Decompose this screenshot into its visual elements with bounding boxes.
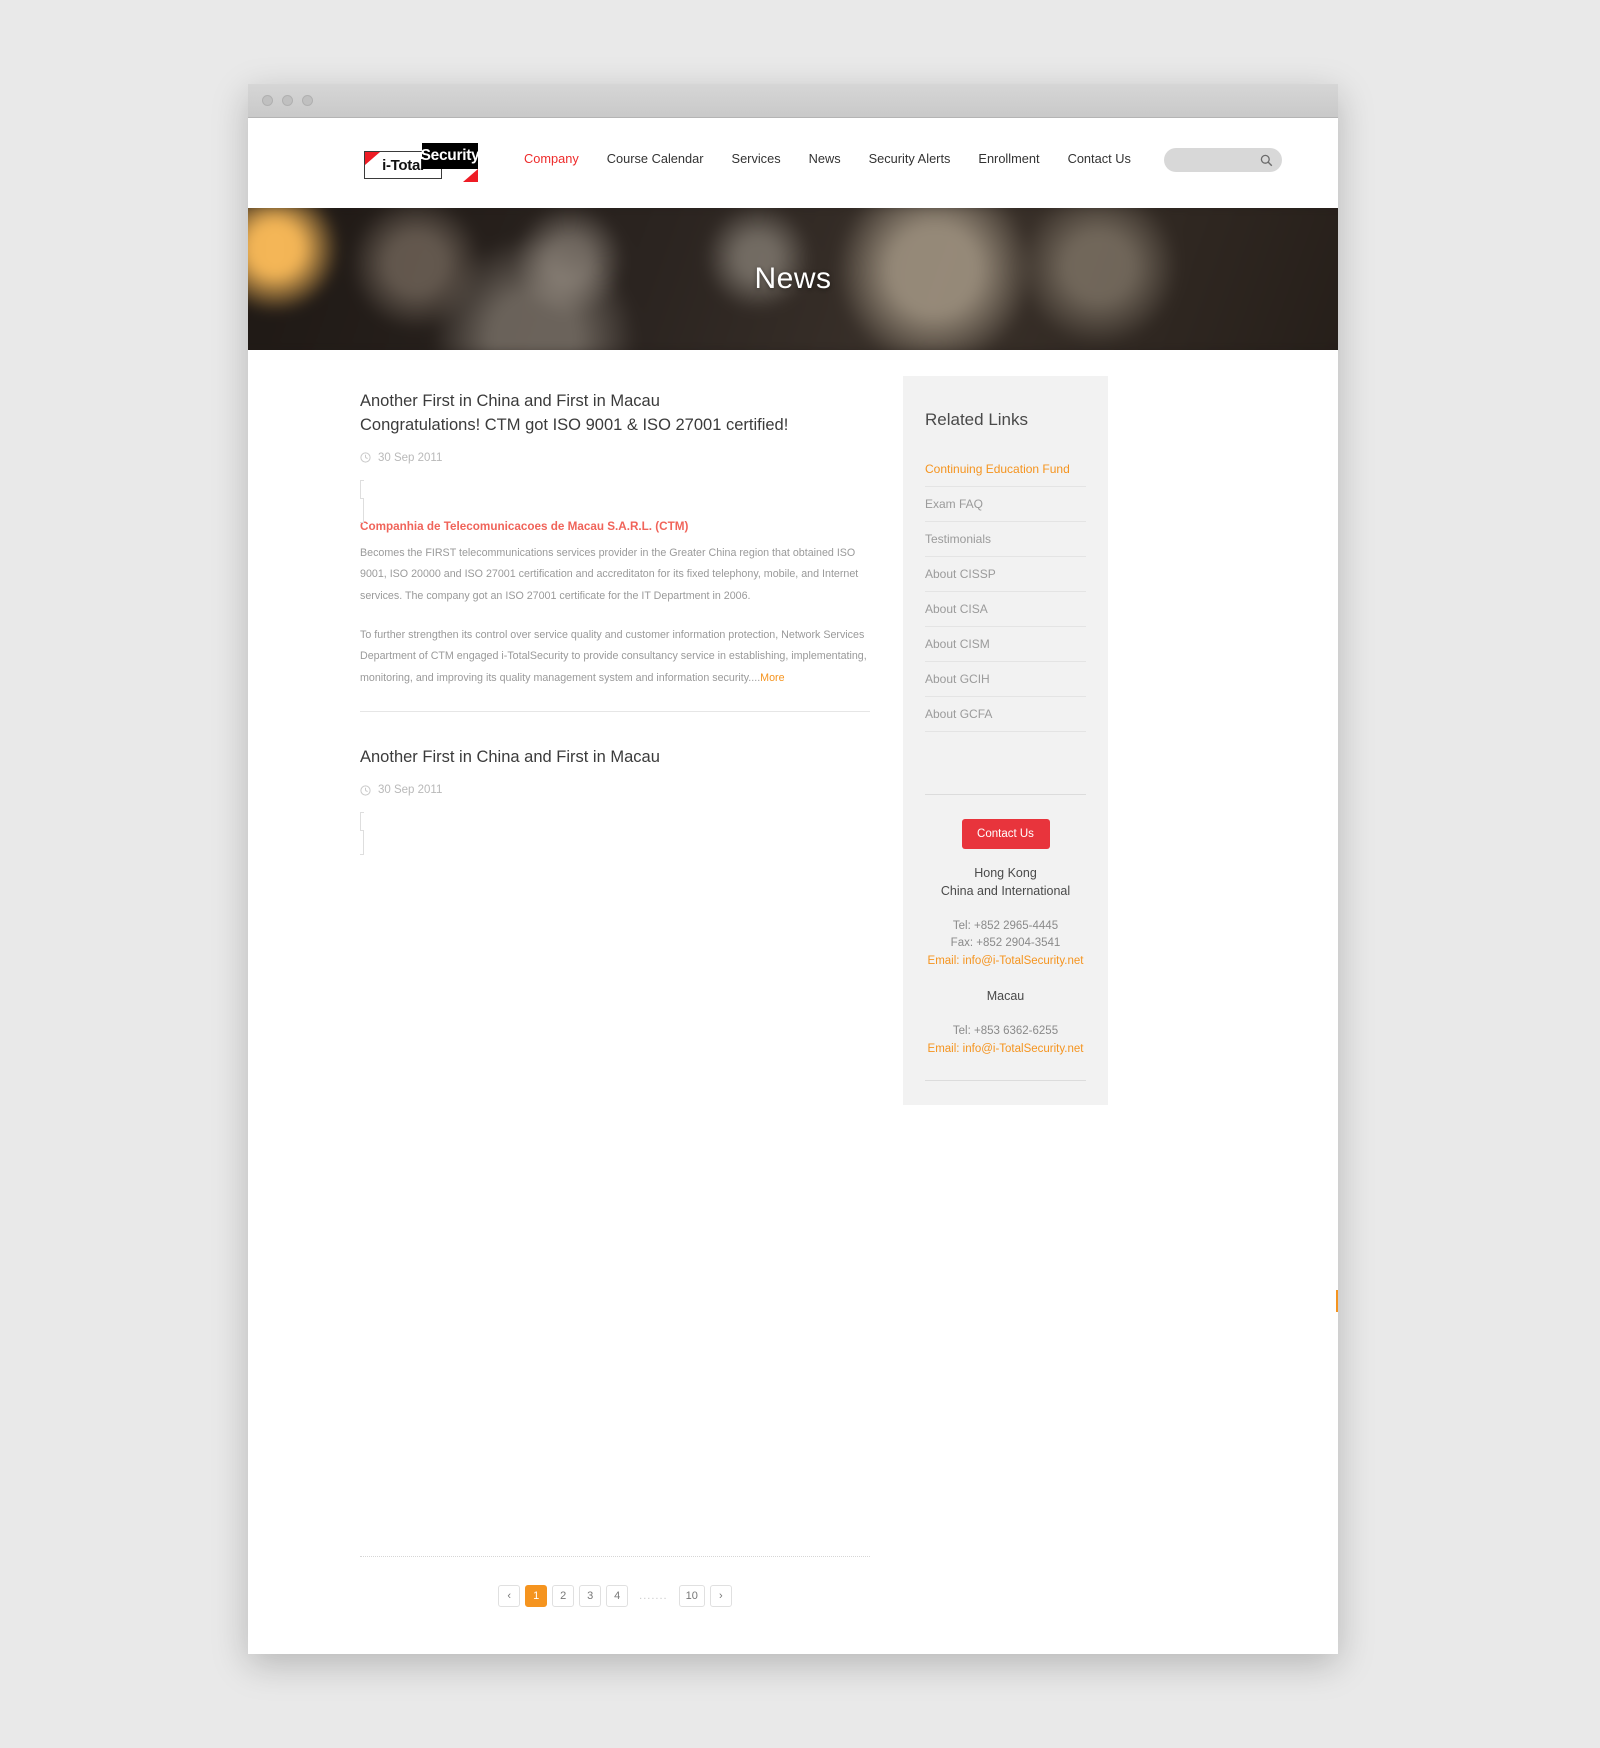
clock-icon — [360, 785, 371, 796]
office-region-line-1: Macau — [986, 988, 1025, 1003]
page-title: News — [754, 262, 832, 295]
sidebar: Related Links Continuing Education Fund … — [903, 376, 1108, 1106]
search-box[interactable] — [1164, 148, 1282, 172]
sidebar-link-about-cissp[interactable]: About CISSP — [925, 557, 1086, 592]
pagination-page-last[interactable]: 10 — [678, 1585, 705, 1607]
article-date: 30 Sep 2011 — [360, 452, 870, 464]
site-logo[interactable]: i-Total Security — [360, 140, 480, 182]
office-fax-hong-kong: Fax: +852 2904-3541 — [950, 937, 1061, 950]
logo-triangle-top-left-icon — [365, 152, 380, 165]
nav-item-security-alerts[interactable]: Security Alerts — [855, 151, 965, 166]
article-date: 30 Sep 2011 — [360, 784, 870, 796]
content-area: Another First in China and First in Maca… — [248, 350, 1338, 1607]
hero-banner: News — [248, 208, 1338, 350]
office-region-line-1: Hong Kong — [974, 866, 1037, 880]
office-tel-macau: Tel: +853 6362-6255 — [952, 1024, 1059, 1037]
read-more-link[interactable]: More — [760, 672, 784, 684]
article-title-line-2: Congratulations! CTM got ISO 9001 & ISO … — [360, 415, 789, 434]
article-title: Another First in China and First in Maca… — [360, 390, 870, 438]
logo-right-text: Security — [421, 143, 480, 169]
nav-item-company[interactable]: Company — [510, 151, 593, 166]
nav-item-course-calendar[interactable]: Course Calendar — [593, 151, 718, 166]
article-body-paragraph-2: To further strengthen its control over s… — [360, 625, 870, 689]
news-article: Another First in China and First in Maca… — [360, 390, 870, 713]
window-maximize-button[interactable] — [302, 95, 313, 106]
article-title: Another First in China and First in Maca… — [360, 748, 660, 767]
page-viewport: i-Total Security Company Course Calendar… — [248, 118, 1338, 1654]
sidebar-title: Related Links — [925, 410, 1029, 429]
sidebar-link-testimonials[interactable]: Testimonials — [925, 522, 1086, 557]
pagination-page-3[interactable]: 3 — [579, 1585, 602, 1607]
office-region-macau: Macau — [925, 988, 1086, 1006]
article-body-paragraph-2-text: To further strengthen its control over s… — [360, 629, 867, 684]
browser-window: i-Total Security Company Course Calendar… — [248, 84, 1338, 1654]
nav-item-contact-us[interactable]: Contact Us — [1054, 151, 1145, 166]
article-thumbnail[interactable]: Another First in China and First in Maca… — [360, 479, 364, 523]
sidebar-link-exam-faq[interactable]: Exam FAQ — [925, 487, 1086, 522]
window-close-button[interactable] — [262, 95, 273, 106]
clock-icon — [360, 452, 371, 463]
pagination-page-4[interactable]: 4 — [606, 1585, 629, 1607]
article-body-paragraph-1: Becomes the FIRST telecommunications ser… — [360, 546, 859, 602]
article-date-text: 30 Sep 2011 — [378, 451, 443, 464]
site-header: i-Total Security Company Course Calendar… — [248, 118, 1338, 208]
sidebar-link-about-gcih[interactable]: About GCIH — [925, 662, 1086, 697]
news-article: Another First in China and First in Maca… — [360, 746, 870, 856]
article-date-text: 30 Sep 2011 — [378, 784, 443, 797]
back-to-top-button[interactable] — [1336, 1290, 1338, 1312]
sidebar-bottom-divider — [925, 1080, 1086, 1082]
nav-item-services[interactable]: Services — [718, 151, 795, 166]
search-icon[interactable] — [1260, 154, 1273, 167]
search-input[interactable] — [1164, 153, 1252, 167]
browser-titlebar — [248, 84, 1338, 118]
pagination-page-1[interactable]: 1 — [525, 1585, 548, 1607]
sidebar-link-continuing-education-fund[interactable]: Continuing Education Fund — [925, 452, 1086, 487]
office-tel-hong-kong: Tel: +852 2965-4445 — [952, 919, 1059, 932]
sidebar-link-about-gcfa[interactable]: About GCFA — [925, 697, 1086, 732]
office-region-line-2: China and International — [940, 883, 1071, 898]
nav-item-news[interactable]: News — [795, 151, 855, 166]
nav-item-enrollment[interactable]: Enrollment — [964, 151, 1053, 166]
window-minimize-button[interactable] — [282, 95, 293, 106]
pagination-page-2[interactable]: 2 — [552, 1585, 575, 1607]
logo-triangle-bottom-right-icon — [463, 169, 478, 182]
sidebar-link-about-cisa[interactable]: About CISA — [925, 592, 1086, 627]
office-email-hong-kong[interactable]: Email: info@i-TotalSecurity.net — [925, 953, 1086, 971]
article-title-line-1: Another First in China and First in Maca… — [360, 392, 660, 410]
pagination-divider — [360, 1556, 870, 1557]
contact-us-button[interactable]: Contact Us — [961, 819, 1050, 849]
office-email-macau[interactable]: Email: info@i-TotalSecurity.net — [925, 1041, 1086, 1059]
pagination: ‹ 1 2 3 4 ....... 10 › — [360, 1585, 870, 1607]
news-list: Another First in China and First in Maca… — [360, 390, 870, 856]
pagination-next[interactable]: › — [709, 1585, 732, 1607]
article-body-heading: Companhia de Telecomunicacoes de Macau S… — [360, 519, 689, 533]
main-navigation: Company Course Calendar Services News Se… — [510, 151, 1145, 166]
sidebar-link-about-cism[interactable]: About CISM — [925, 627, 1086, 662]
office-region-hong-kong: Hong Kong China and International — [925, 865, 1086, 901]
article-divider — [360, 711, 870, 713]
pagination-ellipsis: ....... — [639, 1590, 668, 1602]
sidebar-divider — [925, 794, 1086, 795]
article-thumbnail[interactable]: Another First in China and First in Maca… — [360, 812, 364, 856]
pagination-prev[interactable]: ‹ — [498, 1585, 521, 1607]
